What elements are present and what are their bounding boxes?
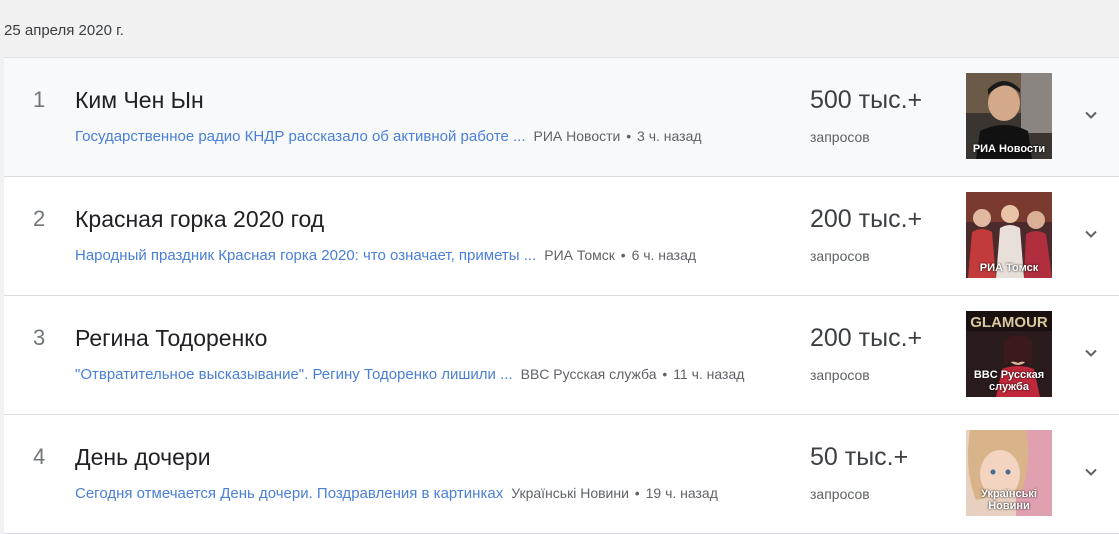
thumbnail-source-label: Українські Новини: [981, 488, 1037, 512]
search-count-label: запросов: [810, 129, 870, 145]
chevron-down-icon[interactable]: [1079, 222, 1103, 246]
article-age: 6 ч. назад: [631, 247, 697, 263]
trend-title[interactable]: Регина Тодоренко: [75, 325, 267, 352]
news-thumbnail[interactable]: Українські Новини: [966, 430, 1052, 516]
search-count: 500 тыс.+: [810, 86, 923, 114]
thumbnail-source-label: BBC Русская служба: [973, 369, 1045, 393]
news-thumbnail[interactable]: РИА Новости: [966, 73, 1052, 159]
article-age: 11 ч. назад: [673, 366, 745, 382]
article-link[interactable]: Народный праздник Красная горка 2020: чт…: [75, 247, 536, 264]
list-item[interactable]: 4 День дочери Сегодня отмечается День до…: [4, 415, 1119, 534]
thumbnail-source-label: РИА Новости: [972, 143, 1046, 155]
chevron-down-icon[interactable]: [1079, 341, 1103, 365]
article-link[interactable]: Сегодня отмечается День дочери. Поздравл…: [75, 485, 503, 502]
rank-number: 2: [33, 206, 46, 231]
trend-title[interactable]: Красная горка 2020 год: [75, 206, 324, 233]
rank-number: 1: [33, 87, 46, 112]
search-count-label: запросов: [810, 486, 870, 502]
thumbnail-source-label: РИА Томск: [979, 262, 1039, 274]
article-line: Государственное радио КНДР рассказало об…: [75, 128, 702, 145]
chevron-down-icon[interactable]: [1079, 460, 1103, 484]
source-name: РИА Томск: [544, 247, 615, 263]
list-item[interactable]: 3 Регина Тодоренко "Отвратительное выска…: [4, 296, 1119, 415]
search-count: 200 тыс.+: [810, 324, 923, 352]
article-line: Народный праздник Красная горка 2020: чт…: [75, 247, 697, 264]
news-thumbnail[interactable]: GLAMOUR BBC Русская служба: [966, 311, 1052, 397]
article-line: Сегодня отмечается День дочери. Поздравл…: [75, 485, 718, 502]
search-count-label: запросов: [810, 248, 870, 264]
list-item[interactable]: 1 Ким Чен Ын Государственное радио КНДР …: [4, 58, 1119, 177]
article-link[interactable]: "Отвратительное высказывание". Регину То…: [75, 366, 513, 383]
source-name: BBC Русская служба: [520, 366, 657, 382]
date-header: 25 апреля 2020 г.: [4, 22, 124, 39]
source-name: Українські Новини: [511, 485, 629, 501]
rank-number: 3: [33, 325, 46, 350]
search-count: 200 тыс.+: [810, 205, 923, 233]
trend-title[interactable]: Ким Чен Ын: [75, 87, 204, 114]
chevron-down-icon[interactable]: [1079, 103, 1103, 127]
news-thumbnail[interactable]: РИА Томск: [966, 192, 1052, 278]
trending-list: 1 Ким Чен Ын Государственное радио КНДР …: [4, 57, 1119, 534]
search-count-label: запросов: [810, 367, 870, 383]
rank-number: 4: [33, 444, 46, 469]
trend-title[interactable]: День дочери: [75, 444, 211, 471]
article-age: 19 ч. назад: [645, 485, 718, 501]
source-name: РИА Новости: [533, 128, 621, 144]
article-link[interactable]: Государственное радио КНДР рассказало об…: [75, 128, 526, 145]
article-line: "Отвратительное высказывание". Регину То…: [75, 366, 745, 383]
search-count: 50 тыс.+: [810, 443, 909, 471]
magazine-logo-text: GLAMOUR: [970, 314, 1048, 331]
article-age: 3 ч. назад: [637, 128, 702, 144]
list-item[interactable]: 2 Красная горка 2020 год Народный праздн…: [4, 177, 1119, 296]
